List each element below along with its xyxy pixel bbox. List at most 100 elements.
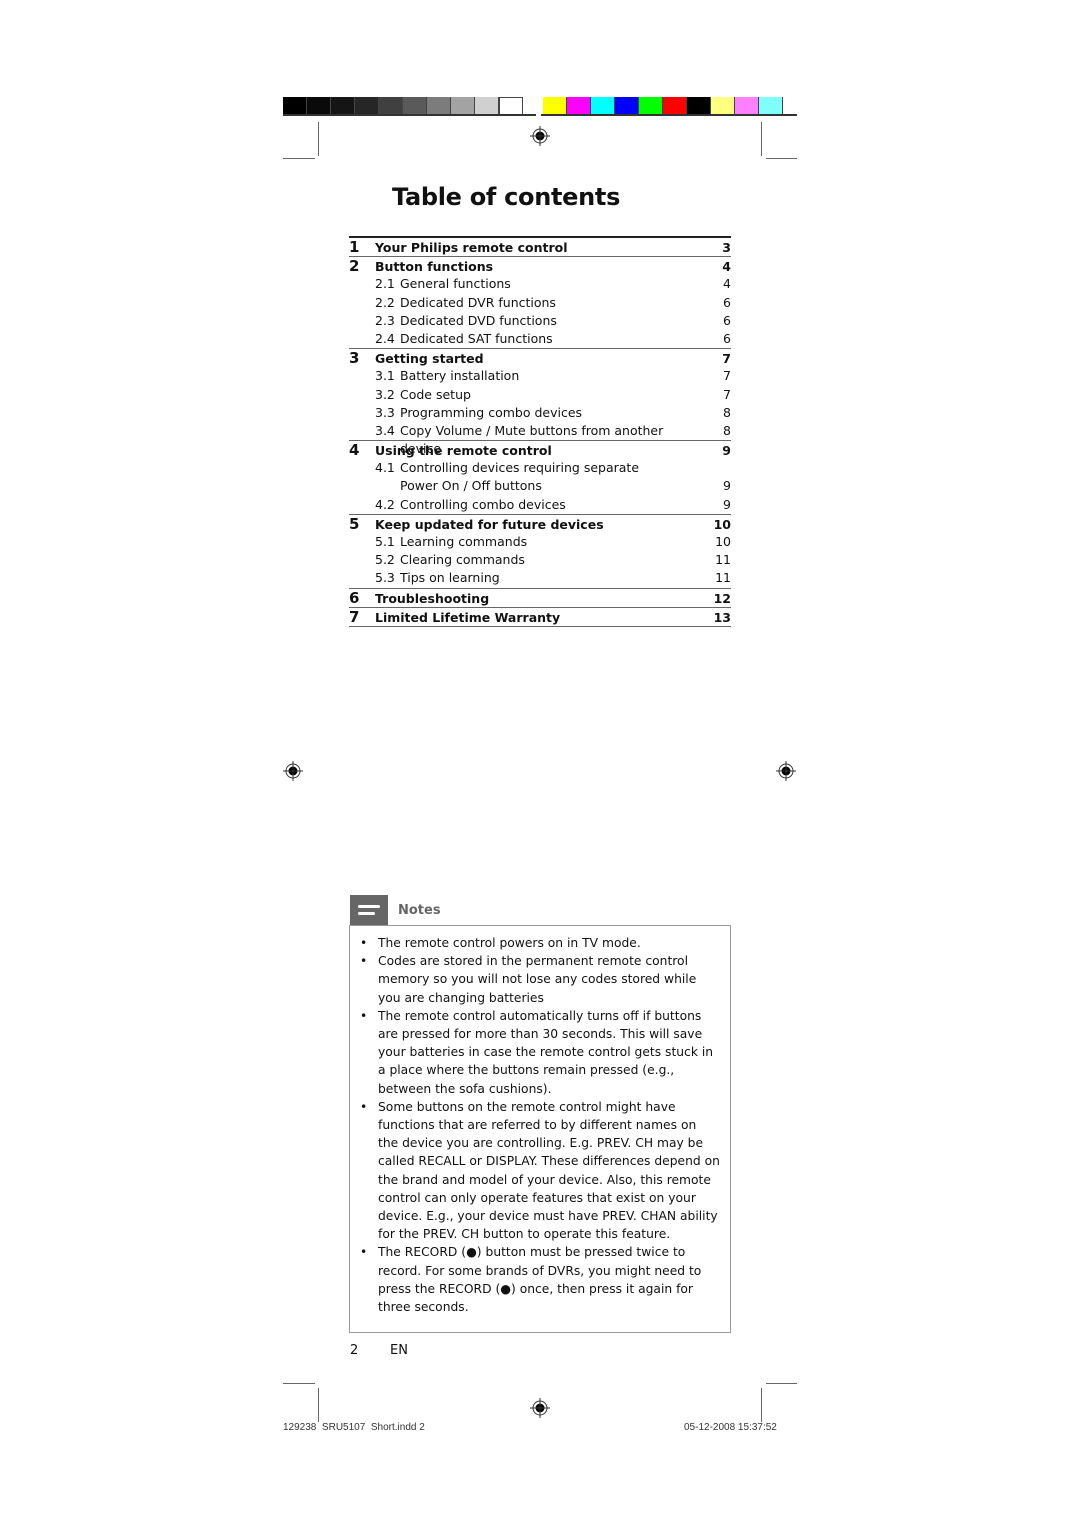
page-ref: 10	[713, 516, 731, 532]
toc-subsection-entry[interactable]: 3.4 Copy Volume / Mute buttons from anoth…	[349, 422, 731, 456]
page-ref: 8	[723, 422, 731, 438]
color-swatch	[615, 97, 639, 115]
crop-mark	[283, 1383, 315, 1384]
color-swatch	[499, 97, 523, 115]
toc-chapter-entry[interactable]: 6 Troubleshooting 12	[349, 589, 731, 607]
toc-subsection-entry[interactable]: 2.1 General functions 4	[349, 275, 731, 293]
note-item: Codes are stored in the permanent remote…	[358, 952, 720, 1007]
toc-chapter-entry[interactable]: 5 Keep updated for future devices 10	[349, 515, 731, 533]
subsection-title: General functions	[400, 276, 511, 292]
chapter-number: 2	[349, 257, 360, 276]
subsection-title: Tips on learning	[400, 570, 500, 586]
page-ref: 9	[723, 478, 731, 494]
toc-subsection-entry[interactable]: 3.2 Code setup 7	[349, 386, 731, 404]
subsection-title: Battery installation	[400, 368, 520, 384]
note-item: Some buttons on the remote control might…	[358, 1098, 720, 1244]
subsection-title: Dedicated DVD functions	[400, 312, 557, 328]
toc-subsection-entry[interactable]: 2.2 Dedicated DVR functions 6	[349, 294, 731, 312]
color-swatch	[307, 97, 331, 115]
color-swatch	[639, 97, 663, 115]
crop-mark	[318, 1388, 319, 1422]
page-ref: 4	[722, 259, 731, 275]
toc-chapter-entry[interactable]: 4 Using the remote control 9	[349, 441, 731, 459]
toc-subsection-entry[interactable]: 3.3 Programming combo devices 8	[349, 404, 731, 422]
page-ref: 10	[715, 534, 731, 549]
page-ref: 7	[722, 351, 731, 367]
color-swatch	[427, 97, 451, 115]
color-swatch	[283, 97, 307, 115]
toc-subsection-entry[interactable]: 4.2 Controlling combo devices 9	[349, 496, 731, 514]
subsection-number: 5.3	[375, 570, 395, 586]
note-item: The RECORD (●) button must be pressed tw…	[358, 1243, 720, 1316]
color-swatch	[759, 97, 783, 115]
subsection-number: 2.4	[375, 330, 395, 346]
toc-subsection-entry[interactable]: 2.3 Dedicated DVD functions 6	[349, 312, 731, 330]
chapter-title: Keep updated for future devices	[375, 516, 604, 532]
calibration-bar-underline	[541, 114, 797, 116]
subsection-number: 3.2	[375, 386, 395, 402]
chapter-number: 7	[349, 607, 360, 626]
slug-filename: 129238_SRU5107_Short.indd 2	[283, 1422, 425, 1430]
toc-chapter-entry[interactable]: 3 Getting started 7	[349, 349, 731, 367]
subsection-number: 2.3	[375, 312, 395, 328]
toc-section: 6 Troubleshooting 12	[349, 589, 731, 608]
subsection-number: 5.2	[375, 552, 395, 568]
page-ref: 9	[722, 443, 731, 459]
color-swatch	[591, 97, 615, 115]
toc-chapter-entry[interactable]: 2 Button functions 4	[349, 257, 731, 275]
toc-subsection-entry[interactable]: 5.3 Tips on learning 11	[349, 569, 731, 587]
toc-chapter-entry[interactable]: 1 Your Philips remote control 3	[349, 238, 731, 256]
subsection-title: Controlling devices requiring separate	[400, 460, 640, 476]
toc-subsection-entry[interactable]: 5.2 Clearing commands 11	[349, 551, 731, 569]
chapter-title: Your Philips remote control	[375, 240, 568, 255]
chapter-number: 4	[349, 441, 360, 460]
toc-subsection-entry[interactable]: Power On / Off buttons 9	[349, 477, 731, 495]
page-ref: 7	[723, 386, 731, 402]
page-ref: 12	[713, 590, 731, 606]
toc-subsection-entry[interactable]: 3.1 Battery installation 7	[349, 367, 731, 385]
gray-calibration-bar	[283, 97, 523, 115]
subsection-number: 4.2	[375, 496, 395, 512]
slug-timestamp: 05-12-2008 15:37:52	[684, 1422, 777, 1430]
toc-subsection-entry[interactable]: 5.1 Learning commands 10	[349, 533, 731, 551]
color-swatch	[331, 97, 355, 115]
crop-mark	[761, 122, 762, 156]
color-swatch	[475, 97, 499, 115]
notes-header: Notes	[350, 895, 441, 925]
page-ref: 11	[715, 570, 731, 586]
chapter-number: 1	[349, 238, 360, 256]
color-swatch	[711, 97, 735, 115]
toc-subsection-entry[interactable]: 4.1 Controlling devices requiring separat…	[349, 459, 731, 477]
color-swatch	[543, 97, 567, 115]
color-swatch	[451, 97, 475, 115]
notes-label: Notes	[398, 902, 441, 918]
subsection-title: Clearing commands	[400, 552, 525, 568]
registration-mark-icon	[283, 761, 303, 781]
subsection-title: Dedicated DVR functions	[400, 294, 556, 310]
page-ref: 6	[723, 294, 731, 310]
subsection-number: 2.2	[375, 294, 395, 310]
page-ref: 3	[722, 240, 731, 255]
toc-section: 3 Getting started 7 3.1 Battery installation…	[349, 349, 731, 456]
subsection-number: 3.1	[375, 368, 395, 384]
toc-chapter-entry[interactable]: 7 Limited Lifetime Warranty 13	[349, 608, 731, 626]
subsection-number: 3.3	[375, 404, 395, 420]
chapter-number: 6	[349, 588, 360, 607]
page-ref: 6	[723, 312, 731, 328]
chapter-number: 5	[349, 514, 360, 533]
crop-mark	[318, 122, 319, 156]
notes-box: The remote control powers on in TV mode.…	[349, 925, 731, 1333]
subsection-number: 5.1	[375, 534, 395, 549]
note-item: The remote control powers on in TV mode.	[358, 934, 720, 952]
crop-mark	[766, 1383, 797, 1384]
registration-mark-icon	[776, 761, 796, 781]
page-ref: 9	[723, 496, 731, 512]
crop-mark	[283, 158, 315, 159]
crop-mark	[766, 158, 797, 159]
toc-section: 4 Using the remote control 9 4.1 Controlling…	[349, 441, 731, 515]
page-title: Table of contents	[392, 183, 621, 211]
subsection-title: Controlling combo devices	[400, 496, 566, 512]
color-swatch	[687, 97, 711, 115]
toc-subsection-entry[interactable]: 2.4 Dedicated SAT functions 6	[349, 330, 731, 348]
page-ref: 7	[723, 368, 731, 384]
